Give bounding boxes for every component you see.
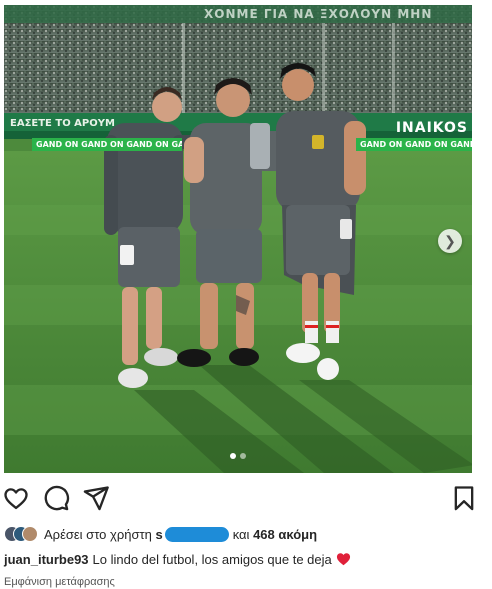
redaction-mark <box>164 526 229 542</box>
ad-board-right-text: INAIKOS <box>395 120 468 136</box>
stadium-banner-text: ΧΟΝΜΕ ΓΙΑ ΝΑ ΞΧΟΛΟΥΝ ΜΗΝ <box>204 7 433 21</box>
ad-strip-right: GAND ON GAND ON GAND ON GAND ON GAND ON <box>356 138 472 151</box>
stadium-scene <box>4 5 472 473</box>
ad-strip-left: GAND ON GAND ON GAND ON GAND ON GAND ON <box>32 138 182 151</box>
action-bar <box>0 484 492 514</box>
caption-text: Lo lindo del futbol, los amigos que te d… <box>92 552 332 567</box>
likes-count[interactable]: 468 ακόμη <box>253 527 317 542</box>
like-button[interactable] <box>2 484 30 512</box>
paper-plane-icon <box>83 486 109 511</box>
comment-button[interactable] <box>42 484 70 512</box>
carousel-dot <box>240 453 246 459</box>
likes-connector: και <box>232 526 250 542</box>
comment-icon <box>44 485 70 511</box>
post-photo[interactable]: ΧΟΝΜΕ ΓΙΑ ΝΑ ΞΧΟΛΟΥΝ ΜΗΝ ΕΑΣΕΤΕ ΤΟ ΑΡΟΥΜ… <box>4 5 472 473</box>
caption-username[interactable]: juan_iturbe93 <box>4 552 89 567</box>
carousel-next-button[interactable]: ❯ <box>438 229 462 253</box>
see-translation-link[interactable]: Εμφάνιση μετάφρασης <box>4 576 115 588</box>
share-button[interactable] <box>82 484 110 512</box>
chevron-right-icon: ❯ <box>444 233 456 249</box>
avatar <box>22 526 38 542</box>
liker-avatars <box>4 526 38 542</box>
carousel-dot-active <box>230 453 236 459</box>
heart-outline-icon <box>4 488 28 510</box>
save-button[interactable] <box>450 484 478 512</box>
red-heart-emoji <box>336 552 351 569</box>
carousel-dots <box>4 453 472 459</box>
liker-username[interactable]: s <box>155 527 162 542</box>
bookmark-icon <box>454 486 474 511</box>
likes-summary[interactable]: Αρέσει στο χρήστη s και 468 ακόμη <box>4 525 317 543</box>
post-caption: juan_iturbe93 Lo lindo del futbol, los am… <box>4 552 351 569</box>
likes-prefix: Αρέσει στο χρήστη <box>44 526 152 542</box>
ad-board-left-text: ΕΑΣΕΤΕ ΤΟ ΑΡΟΥΜ <box>10 118 115 129</box>
